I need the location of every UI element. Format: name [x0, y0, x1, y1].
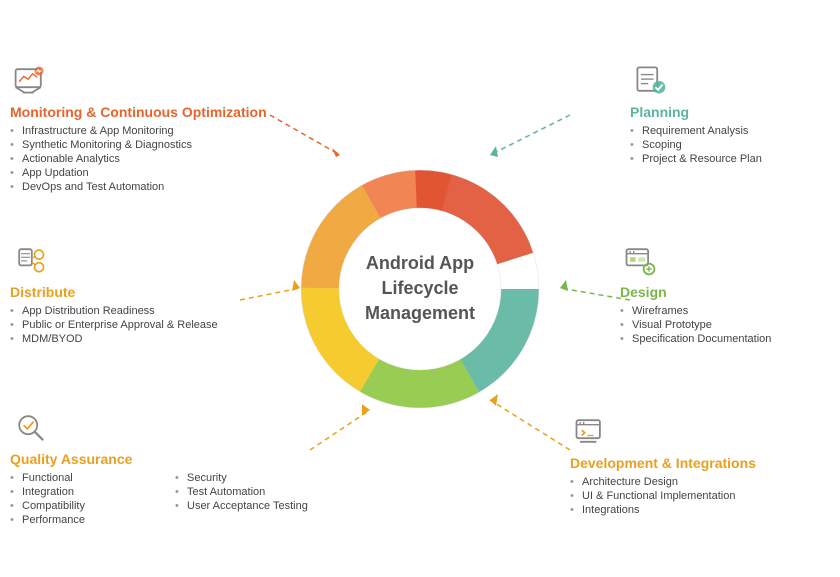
quality-item-5: Security [175, 471, 320, 485]
development-item-3: Integrations [570, 503, 830, 517]
quality-section: Quality Assurance Functional Integration… [10, 407, 320, 527]
design-item-3: Specification Documentation [620, 332, 830, 346]
planning-title: Planning [630, 104, 830, 120]
distribute-section: Distribute App Distribution Readiness Pu… [10, 240, 230, 346]
planning-item-1: Requirement Analysis [630, 124, 830, 138]
design-list: Wireframes Visual Prototype Specificatio… [620, 304, 830, 346]
quality-item-1: Functional [10, 471, 155, 485]
distribute-item-2: Public or Enterprise Approval & Release [10, 318, 230, 332]
distribute-item-3: MDM/BYOD [10, 332, 230, 346]
monitoring-item-3: Actionable Analytics [10, 152, 270, 166]
quality-item-6: Test Automation [175, 485, 320, 499]
planning-item-3: Project & Resource Plan [630, 152, 830, 166]
quality-icon [10, 407, 50, 447]
design-icon [620, 240, 660, 280]
planning-list: Requirement Analysis Scoping Project & R… [630, 124, 830, 166]
planning-section: Planning Requirement Analysis Scoping Pr… [630, 60, 830, 166]
design-section: Design Wireframes Visual Prototype Speci… [620, 240, 830, 346]
development-icon [570, 411, 610, 451]
quality-item-2: Integration [10, 485, 155, 499]
main-container: Android App Lifecycle Management Monitor… [0, 0, 840, 577]
quality-item-7: User Acceptance Testing [175, 499, 320, 513]
donut-chart: Android App Lifecycle Management [280, 149, 560, 429]
monitoring-item-2: Synthetic Monitoring & Diagnostics [10, 138, 270, 152]
monitoring-item-4: App Updation [10, 166, 270, 180]
design-item-1: Wireframes [620, 304, 830, 318]
planning-icon [630, 60, 670, 100]
monitoring-section: Monitoring & Continuous Optimization Inf… [10, 60, 270, 194]
distribute-icon [10, 240, 50, 280]
development-item-2: UI & Functional Implementation [570, 489, 830, 503]
monitoring-icon [10, 60, 50, 100]
distribute-item-1: App Distribution Readiness [10, 304, 230, 318]
quality-list-right: Security Test Automation User Acceptance… [175, 471, 320, 513]
monitoring-list: Infrastructure & App Monitoring Syntheti… [10, 124, 270, 194]
development-list: Architecture Design UI & Functional Impl… [570, 475, 830, 517]
development-title: Development & Integrations [570, 455, 830, 471]
monitoring-item-1: Infrastructure & App Monitoring [10, 124, 270, 138]
quality-title: Quality Assurance [10, 451, 320, 467]
quality-item-3: Compatibility [10, 499, 155, 513]
monitoring-title: Monitoring & Continuous Optimization [10, 104, 270, 120]
monitoring-item-5: DevOps and Test Automation [10, 180, 270, 194]
development-item-1: Architecture Design [570, 475, 830, 489]
quality-list-left: Functional Integration Compatibility Per… [10, 471, 155, 527]
distribute-list: App Distribution Readiness Public or Ent… [10, 304, 230, 346]
quality-item-4: Performance [10, 513, 155, 527]
design-title: Design [620, 284, 830, 300]
donut-center-label: Android App Lifecycle Management [345, 251, 495, 327]
development-section: Development & Integrations Architecture … [570, 411, 830, 517]
planning-item-2: Scoping [630, 138, 830, 152]
distribute-title: Distribute [10, 284, 230, 300]
design-item-2: Visual Prototype [620, 318, 830, 332]
